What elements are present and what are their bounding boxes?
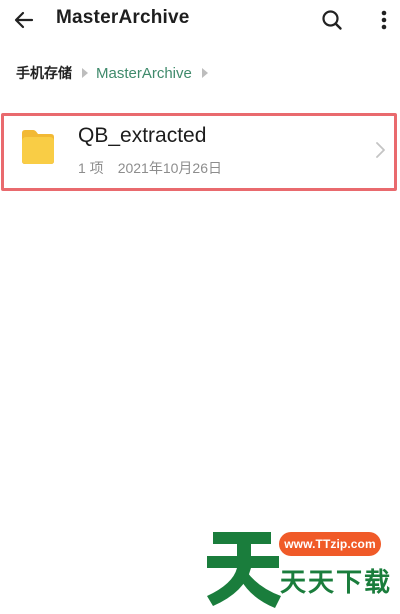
breadcrumb-item-current[interactable]: MasterArchive	[96, 65, 192, 82]
chevron-right-icon	[376, 142, 385, 158]
item-count: 1 项	[78, 160, 104, 176]
more-vertical-icon	[381, 10, 387, 30]
arrow-left-icon	[14, 11, 34, 29]
search-icon	[322, 10, 342, 30]
search-button[interactable]	[318, 6, 346, 34]
page-title: MasterArchive	[56, 7, 190, 28]
chevron-right-icon	[201, 68, 208, 78]
breadcrumb: 手机存储 MasterArchive	[16, 62, 216, 84]
chevron-right-icon	[82, 68, 88, 78]
watermark: www.TTzip.com 天天下载	[0, 0, 400, 614]
more-options-button[interactable]	[370, 6, 398, 34]
watermark-url: www.TTzip.com	[279, 532, 381, 556]
breadcrumb-item-root[interactable]: 手机存储	[16, 63, 72, 83]
file-name: QB_extracted	[78, 124, 207, 147]
modified-date: 2021年10月26日	[117, 160, 222, 176]
watermark-text: 天天下载	[280, 568, 393, 598]
file-meta: 1 项 2021年10月26日	[78, 158, 222, 178]
watermark-logo-icon	[207, 532, 281, 608]
back-button[interactable]	[10, 6, 38, 34]
list-item[interactable]: QB_extracted 1 项 2021年10月26日	[0, 112, 400, 190]
folder-icon	[22, 130, 54, 164]
top-app-bar: MasterArchive	[0, 0, 400, 40]
